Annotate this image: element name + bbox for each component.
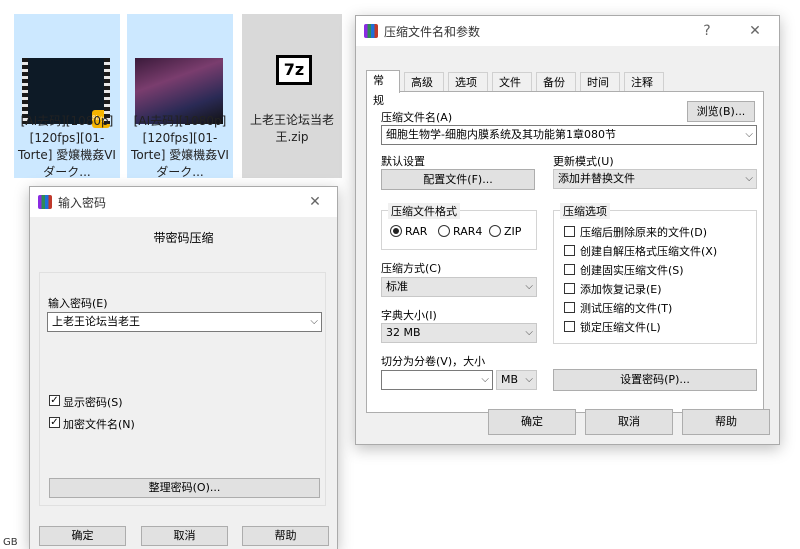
tab-time[interactable]: 时间 xyxy=(580,72,620,92)
enter-password-label: 输入密码(E) xyxy=(48,297,108,310)
radio-rar4[interactable] xyxy=(438,225,450,237)
split-unit-value: MB xyxy=(501,373,519,386)
help-button[interactable]: 帮助 xyxy=(682,409,770,435)
archive-name-label: 压缩文件名(A) xyxy=(381,111,453,124)
ok-button[interactable]: 确定 xyxy=(488,409,576,435)
radio-rar-label: RAR xyxy=(405,225,428,238)
tab-comment[interactable]: 注释 xyxy=(624,72,664,92)
winrar-icon xyxy=(38,195,52,209)
dictionary-size-label: 字典大小(I) xyxy=(381,309,437,322)
organize-passwords-button[interactable]: 整理密码(O)... xyxy=(49,478,320,498)
update-mode-label: 更新模式(U) xyxy=(553,155,614,168)
dialog-title: 输入密码 xyxy=(58,196,107,210)
tab-advanced[interactable]: 高级 xyxy=(404,72,444,92)
chevron-down-icon: ⌵ xyxy=(745,129,753,140)
file-item-zip[interactable]: 7z 上老王论坛当老王.zip xyxy=(242,14,342,178)
lock-archive-label: 锁定压缩文件(L) xyxy=(580,321,661,334)
encrypt-names-checkbox[interactable]: ✓ xyxy=(49,417,60,428)
file-name: [AI去码][1080p][120fps][01-Torte] 愛嬢機姦VI ダ… xyxy=(18,114,116,179)
chevron-down-icon: ⌵ xyxy=(525,374,533,385)
split-unit-select[interactable]: MB ⌵ xyxy=(496,370,537,390)
solid-archive-label: 创建固实压缩文件(S) xyxy=(580,264,684,277)
encrypt-names-label: 加密文件名(N) xyxy=(63,418,135,431)
winrar-icon xyxy=(364,24,378,38)
show-password-checkbox[interactable]: ✓ xyxy=(49,395,60,406)
compression-method-select[interactable]: 标准 ⌵ xyxy=(381,277,537,297)
radio-rar[interactable] xyxy=(390,225,402,237)
tab-backup[interactable]: 备份 xyxy=(536,72,576,92)
file-item-video-2[interactable]: [AI去码][1080p][120fps][01-Torte] 愛嬢機姦VI ダ… xyxy=(127,14,233,179)
test-files-label: 测试压缩的文件(T) xyxy=(580,302,673,315)
create-sfx-checkbox[interactable] xyxy=(564,245,575,256)
archive-options-group: 压缩选项 压缩后删除原来的文件(D) 创建自解压格式压缩文件(X) 创建固实压缩… xyxy=(553,203,757,344)
delete-after-checkbox[interactable] xyxy=(564,226,575,237)
title-bar: 压缩文件名和参数 ? ✕ xyxy=(356,16,779,46)
archive-format-group: 压缩文件格式 RAR RAR4 ZIP xyxy=(381,203,537,250)
dictionary-size-select[interactable]: 32 MB ⌵ xyxy=(381,323,537,343)
title-bar: 输入密码 ✕ xyxy=(30,187,337,217)
tab-options[interactable]: 选项 xyxy=(448,72,488,92)
update-mode-value: 添加并替换文件 xyxy=(558,172,635,185)
archive-name-value: 细胞生物学-细胞内膜系统及其功能第1章080节 xyxy=(386,128,616,141)
enter-password-dialog: 输入密码 ✕ 带密码压缩 输入密码(E) 上老王论坛当老王 ⌵ ✓ 显示密码(S… xyxy=(29,186,338,549)
radio-zip-label: ZIP xyxy=(504,225,522,238)
file-item-video-1[interactable]: Player [AI去码][1080p][120fps][01-Torte] 愛… xyxy=(14,14,120,179)
recovery-record-label: 添加恢复记录(E) xyxy=(580,283,662,296)
archive-parameters-dialog: 压缩文件名和参数 ? ✕ 常规 高级 选项 文件 备份 时间 注释 压缩文件名(… xyxy=(355,15,780,445)
chevron-down-icon: ⌵ xyxy=(481,374,489,385)
method-value: 标准 xyxy=(386,280,408,293)
close-icon[interactable]: ✕ xyxy=(303,191,327,213)
solid-archive-checkbox[interactable] xyxy=(564,264,575,275)
general-tab-page: 压缩文件名(A) 浏览(B)... 细胞生物学-细胞内膜系统及其功能第1章080… xyxy=(366,91,764,413)
profiles-button[interactable]: 配置文件(F)... xyxy=(381,169,535,190)
chevron-down-icon: ⌵ xyxy=(525,327,533,338)
update-mode-select[interactable]: 添加并替换文件 ⌵ xyxy=(553,169,757,189)
help-button[interactable]: 帮助 xyxy=(242,526,329,546)
recovery-record-checkbox[interactable] xyxy=(564,283,575,294)
tab-files[interactable]: 文件 xyxy=(492,72,532,92)
cancel-button[interactable]: 取消 xyxy=(585,409,673,435)
group-title: 压缩文件格式 xyxy=(388,203,460,219)
ok-button[interactable]: 确定 xyxy=(39,526,126,546)
set-password-button[interactable]: 设置密码(P)... xyxy=(553,369,757,391)
split-size-combo[interactable]: ⌵ xyxy=(381,370,493,390)
status-text: GB xyxy=(3,537,18,548)
default-settings-label: 默认设置 xyxy=(381,155,425,168)
password-input[interactable]: 上老王论坛当老王 ⌵ xyxy=(47,312,322,332)
radio-zip[interactable] xyxy=(489,225,501,237)
browse-button[interactable]: 浏览(B)... xyxy=(687,101,755,122)
help-title-button[interactable]: ? xyxy=(695,20,719,42)
chevron-down-icon: ⌵ xyxy=(745,173,753,184)
dict-value: 32 MB xyxy=(386,326,421,339)
radio-rar4-label: RAR4 xyxy=(453,225,483,238)
show-password-label: 显示密码(S) xyxy=(63,396,123,409)
lock-archive-checkbox[interactable] xyxy=(564,321,575,332)
group-title: 压缩选项 xyxy=(560,203,610,219)
file-name: [AI去码][1080p][120fps][01-Torte] 愛嬢機姦VI ダ… xyxy=(131,114,229,179)
split-volumes-label: 切分为分卷(V)，大小 xyxy=(381,355,486,368)
tab-general[interactable]: 常规 xyxy=(366,70,400,107)
dialog-heading: 带密码压缩 xyxy=(153,231,214,245)
file-name: 上老王论坛当老王.zip xyxy=(249,113,334,144)
chevron-down-icon: ⌵ xyxy=(525,281,533,292)
password-value: 上老王论坛当老王 xyxy=(52,315,140,328)
delete-after-label: 压缩后删除原来的文件(D) xyxy=(580,226,708,239)
dialog-title: 压缩文件名和参数 xyxy=(384,25,481,39)
cancel-button[interactable]: 取消 xyxy=(141,526,228,546)
close-icon[interactable]: ✕ xyxy=(743,20,767,42)
archive-name-combo[interactable]: 细胞生物学-细胞内膜系统及其功能第1章080节 ⌵ xyxy=(381,125,757,145)
chevron-down-icon: ⌵ xyxy=(310,316,318,327)
test-files-checkbox[interactable] xyxy=(564,302,575,313)
7z-archive-icon: 7z xyxy=(276,55,312,85)
create-sfx-label: 创建自解压格式压缩文件(X) xyxy=(580,245,718,258)
compression-method-label: 压缩方式(C) xyxy=(381,262,442,275)
